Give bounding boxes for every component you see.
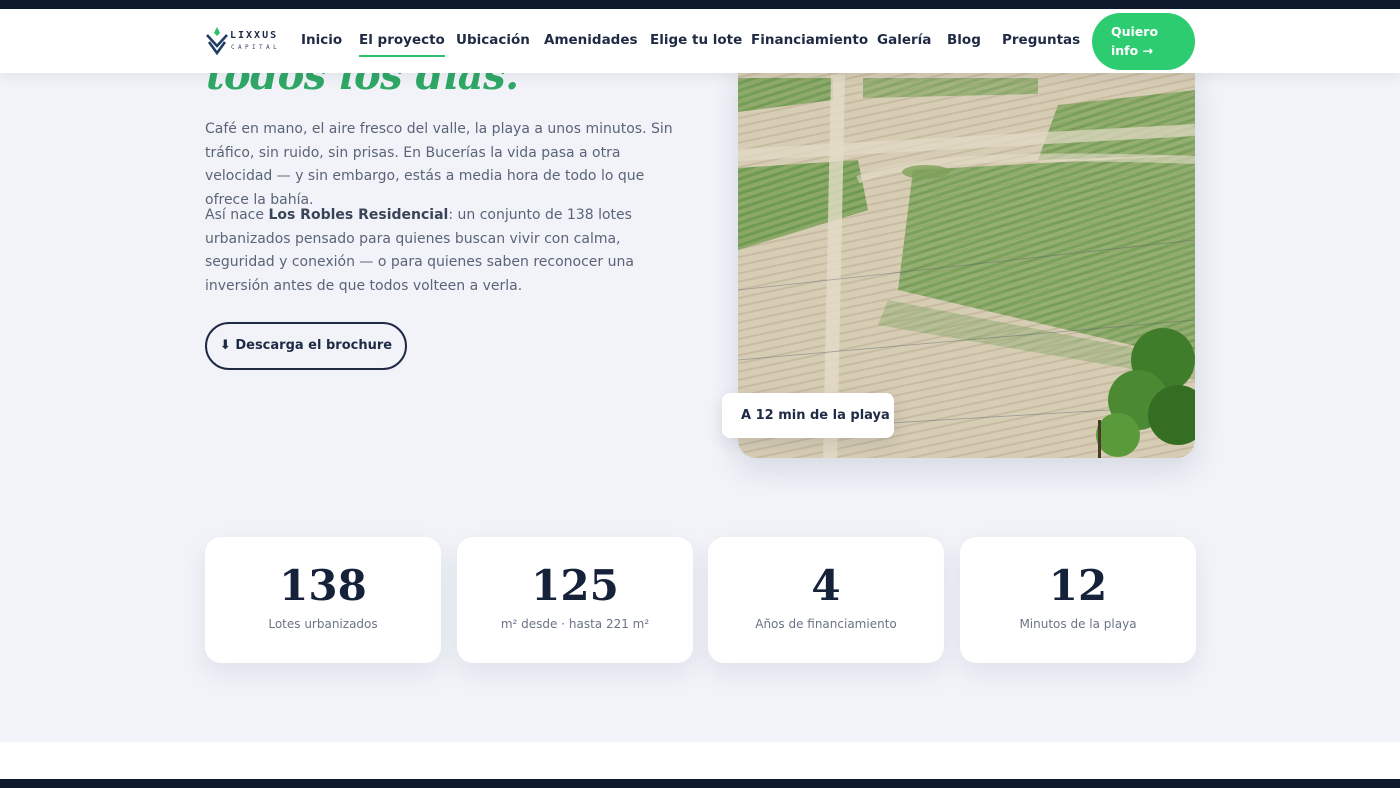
download-brochure-button[interactable]: ⬇ Descarga el brochure [205, 322, 407, 370]
quiero-info-button[interactable]: Quiero info → [1092, 13, 1195, 70]
cta-line-1: Quiero [1111, 24, 1159, 39]
intro-paragraph-2: Así nace Los Robles Residencial: un conj… [205, 204, 685, 298]
nav-item-ubicacion[interactable]: Ubicación [456, 32, 530, 48]
cta-line-2: info → [1111, 43, 1154, 58]
nav-item-preguntas[interactable]: Preguntas [1002, 32, 1080, 48]
nav-item-galeria[interactable]: Galería [877, 32, 931, 48]
stat-label: Lotes urbanizados [268, 617, 378, 631]
project-name: Los Robles Residencial [268, 207, 449, 223]
stat-card-financiamiento: 4 Años de financiamiento [708, 537, 944, 663]
stat-card-minutos: 12 Minutos de la playa [960, 537, 1196, 663]
logo-wordmark: LIXXUS [230, 30, 279, 41]
nav-item-amenidades[interactable]: Amenidades [544, 32, 638, 48]
intro-paragraph-1: Café en mano, el aire fresco del valle, … [205, 121, 673, 208]
nav-item-blog[interactable]: Blog [947, 32, 981, 48]
lixxus-logo-icon [206, 27, 228, 55]
stat-card-lotes: 138 Lotes urbanizados [205, 537, 441, 663]
nav-item-financiamiento[interactable]: Financiamiento [751, 32, 868, 48]
top-dark-bar [0, 0, 1400, 9]
nav-item-elige-tu-lote[interactable]: Elige tu lote [650, 32, 742, 48]
section-divider-band [0, 742, 1400, 779]
footer-dark-bar [0, 779, 1400, 788]
nav-item-el-proyecto[interactable]: El proyecto [359, 32, 445, 57]
stat-value: 125 [531, 561, 619, 610]
stat-card-metros: 125 m² desde · hasta 221 m² [457, 537, 693, 663]
paragraph-2-prefix: Así nace [205, 207, 269, 223]
beach-distance-badge: A 12 min de la playa [722, 393, 894, 438]
nav-item-inicio[interactable]: Inicio [301, 32, 342, 48]
stat-label: Minutos de la playa [1019, 617, 1137, 631]
stat-label: Años de financiamiento [755, 617, 897, 631]
logo-tagline: CAPITAL [231, 44, 281, 51]
stat-value: 138 [279, 561, 367, 610]
stat-value: 4 [811, 561, 841, 610]
logo[interactable]: LIXXUS CAPITAL [206, 27, 281, 57]
stat-label: m² desde · hasta 221 m² [500, 617, 650, 631]
site-header: LIXXUS CAPITAL Inicio El proyecto Ubicac… [0, 9, 1400, 73]
stat-value: 12 [1048, 561, 1108, 610]
